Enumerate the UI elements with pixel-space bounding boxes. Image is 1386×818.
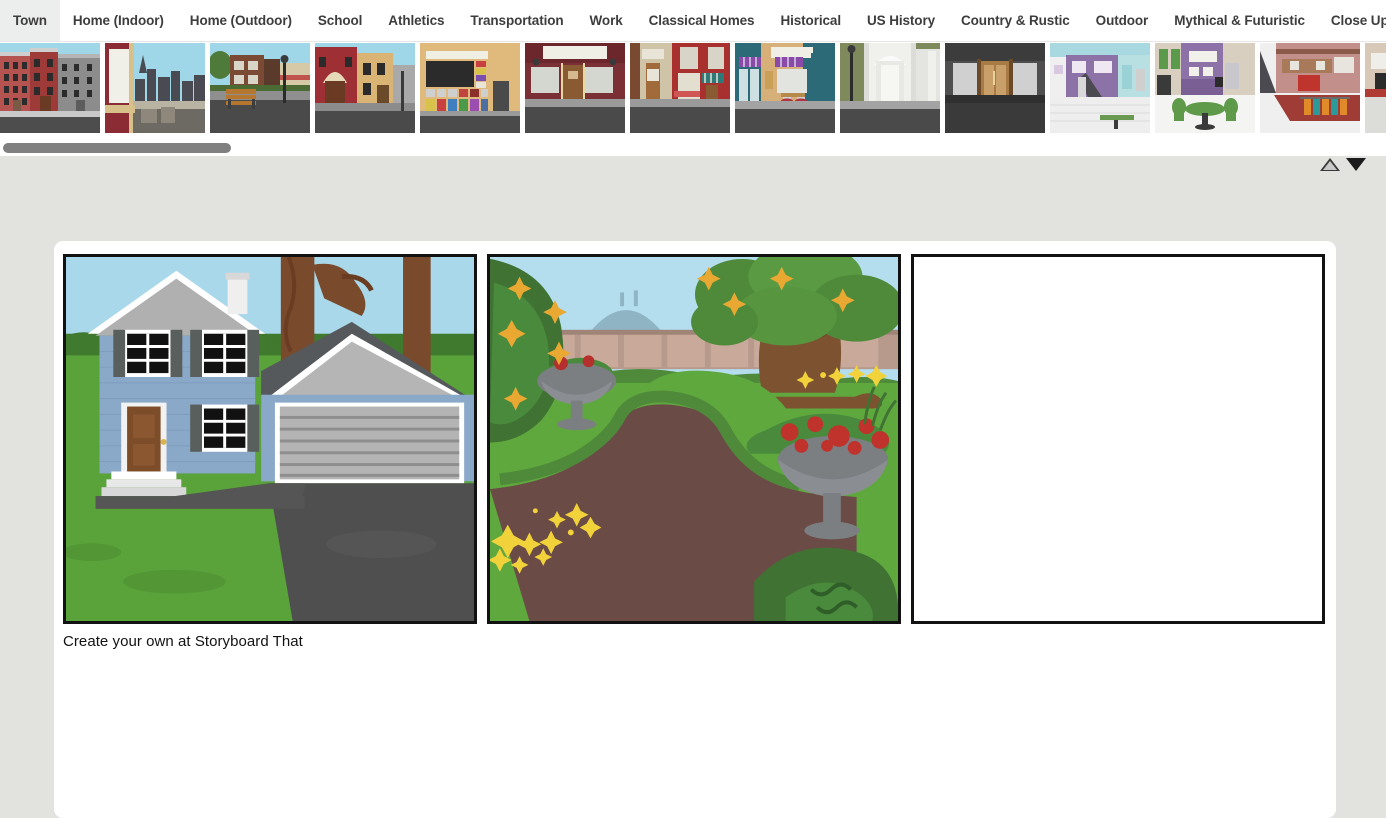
tab-school[interactable]: School xyxy=(305,0,375,41)
thumbnail-scrollbar-thumb[interactable] xyxy=(3,143,231,153)
tab-label: Town xyxy=(13,13,47,28)
scene-thumb-white-entrance-doorway[interactable] xyxy=(840,43,940,133)
tab-label: Home (Indoor) xyxy=(72,13,164,28)
tab-label: Athletics xyxy=(388,13,445,28)
storyboard-cell-garden-path[interactable] xyxy=(487,254,901,624)
arrow-down-icon xyxy=(1346,158,1366,171)
down-arrow-button[interactable] xyxy=(1346,158,1366,171)
tab-athletics[interactable]: Athletics xyxy=(375,0,457,41)
tab-home-outdoor[interactable]: Home (Outdoor) xyxy=(177,0,305,41)
scene-thumbnail-strip[interactable] xyxy=(0,42,1386,140)
scene-thumb-street-with-bench[interactable] xyxy=(210,43,310,133)
tab-label: Country & Rustic xyxy=(961,13,1070,28)
scene-thumb-store-partial[interactable] xyxy=(1365,43,1386,133)
scene-thumb-mall-interior-purple[interactable] xyxy=(1050,43,1150,133)
scene-thumb-brick-storefronts[interactable] xyxy=(315,43,415,133)
storyboard-caption: Create your own at Storyboard That xyxy=(63,633,303,650)
tab-transportation[interactable]: Transportation xyxy=(457,0,576,41)
tab-us-history[interactable]: US History xyxy=(854,0,948,41)
scene-thumb-department-store[interactable] xyxy=(1260,43,1360,133)
tab-home-indoor[interactable]: Home (Indoor) xyxy=(60,0,177,41)
tab-label: Home (Outdoor) xyxy=(189,13,292,28)
tab-town[interactable]: Town xyxy=(0,0,60,41)
tab-classical-homes[interactable]: Classical Homes xyxy=(636,0,768,41)
tab-label: Transportation xyxy=(470,13,564,28)
storyboard-cell-empty[interactable] xyxy=(911,254,1325,624)
scene-thumb-dark-red-shopfront[interactable] xyxy=(525,43,625,133)
scene-thumb-window-city-skyline[interactable] xyxy=(105,43,205,133)
tab-close-ups[interactable]: Close Ups xyxy=(1318,0,1386,41)
scene-thumbnail-row xyxy=(0,43,1386,133)
scene-thumb-city-row-houses[interactable] xyxy=(0,43,100,133)
storyboard-cell-row xyxy=(63,254,1325,624)
storyboard-cell-house-exterior[interactable] xyxy=(63,254,477,624)
scene-thumb-mall-food-court[interactable] xyxy=(1155,43,1255,133)
tab-work[interactable]: Work xyxy=(577,0,636,41)
thumbnail-scrollbar-track[interactable] xyxy=(0,140,1386,156)
panel-resize-arrows xyxy=(1320,158,1366,171)
tab-label: School xyxy=(317,13,363,28)
storyboard-card: Create your own at Storyboard That xyxy=(54,241,1336,818)
tab-label: Close Ups xyxy=(1330,13,1386,28)
tab-label: Mythical & Futuristic xyxy=(1174,13,1305,28)
tab-label: US History xyxy=(866,13,936,28)
tab-historical[interactable]: Historical xyxy=(767,0,854,41)
scene-thumb-glass-double-doors[interactable] xyxy=(945,43,1045,133)
up-arrow-button[interactable] xyxy=(1320,158,1340,171)
arrow-up-icon xyxy=(1320,158,1340,171)
tab-label: Outdoor xyxy=(1095,13,1149,28)
scene-thumb-two-shops-awning[interactable] xyxy=(630,43,730,133)
tab-country-rustic[interactable]: Country & Rustic xyxy=(948,0,1083,41)
scene-thumb-cafe-with-tables[interactable] xyxy=(735,43,835,133)
scene-thumb-convenience-store-front[interactable] xyxy=(420,43,520,133)
tab-mythical-futuristic[interactable]: Mythical & Futuristic xyxy=(1161,0,1318,41)
tab-label: Work xyxy=(589,13,623,28)
storyboard-workspace: Create your own at Storyboard That xyxy=(0,156,1386,818)
tab-label: Historical xyxy=(780,13,841,28)
tab-label: Classical Homes xyxy=(648,13,755,28)
scene-category-tabbar: Town Home (Indoor) Home (Outdoor) School… xyxy=(0,0,1386,42)
tab-outdoor[interactable]: Outdoor xyxy=(1083,0,1162,41)
